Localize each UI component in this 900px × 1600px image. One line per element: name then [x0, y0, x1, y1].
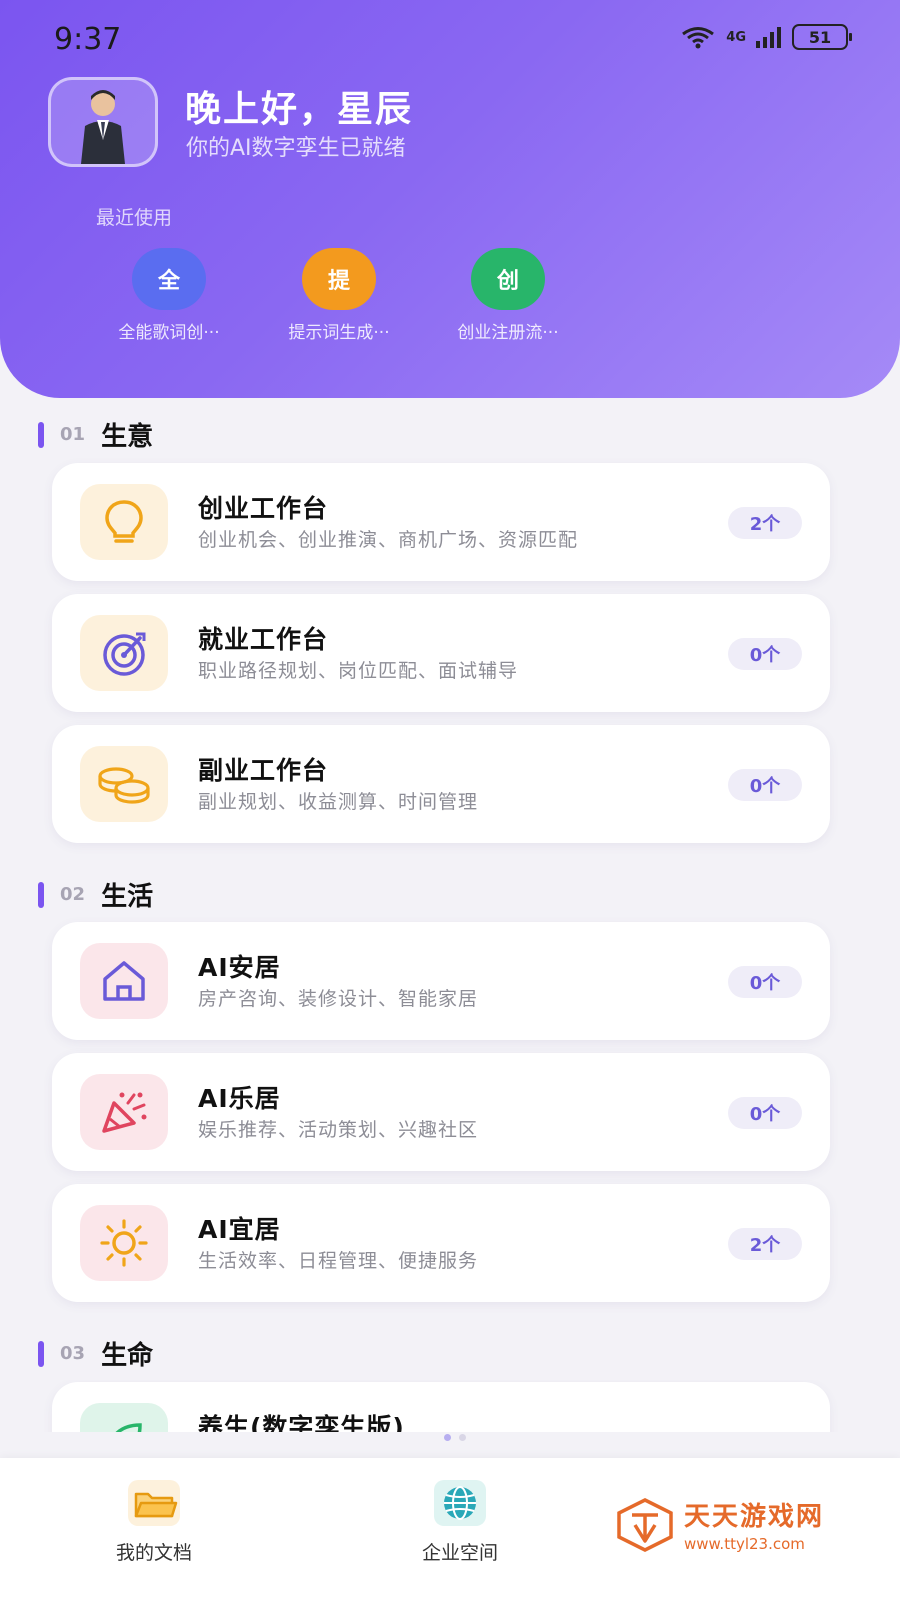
nav-my-documents[interactable]: 我的文档: [74, 1478, 234, 1565]
recent-item-badge: 提: [302, 248, 376, 310]
globe-icon: [434, 1480, 486, 1526]
status-bar: 9:37 4G 51: [0, 0, 900, 80]
recent-item-label: 全能歌词创···: [118, 323, 220, 343]
card-startup-workbench[interactable]: 创业工作台 创业机会、创业推演、商机广场、资源匹配 2个: [52, 463, 830, 581]
header-banner: 9:37 4G 51 晚上好，星辰 你的AI数字孪生已就绪 最近使用 全 全能歌…: [0, 0, 900, 398]
sun-icon: [100, 1219, 148, 1267]
lightbulb-icon: [105, 500, 143, 543]
watermark-logo-icon: [617, 1497, 673, 1552]
card-title: 创业工作台: [198, 494, 329, 523]
card-side-business-workbench[interactable]: 副业工作台 副业规划、收益测算、时间管理 0个: [52, 725, 830, 843]
section-accent-bar: [38, 421, 44, 448]
card-description: 职业路径规划、岗位匹配、面试辅导: [198, 660, 519, 682]
section-number: 03: [60, 1343, 86, 1364]
greeting-subtitle: 你的AI数字孪生已就绪: [186, 136, 406, 161]
watermark-text: 天天游戏网 www.ttyl23.com: [684, 1496, 824, 1553]
nav-enterprise-space[interactable]: 企业空间: [380, 1478, 540, 1565]
card-description: 创业机会、创业推演、商机广场、资源匹配: [198, 529, 579, 551]
card-employment-workbench[interactable]: 就业工作台 职业路径规划、岗位匹配、面试辅导 0个: [52, 594, 830, 712]
section-title: 生活: [101, 882, 154, 912]
partial-card-clip: 养生(数字孪生版): [0, 1380, 900, 1432]
wifi-icon: [682, 27, 715, 49]
recent-item-label: 提示词生成···: [288, 323, 390, 343]
card-title: AI宜居: [198, 1215, 281, 1244]
card-icon-box: [80, 615, 168, 691]
card-title: 养生(数字孪生版): [198, 1413, 405, 1432]
party-popper-icon: [102, 1092, 147, 1133]
avatar[interactable]: [48, 77, 158, 167]
card-icon-box: [80, 1205, 168, 1281]
nav-label: 我的文档: [115, 1542, 192, 1564]
target-icon: [103, 632, 146, 676]
card-description: 副业规划、收益测算、时间管理: [198, 791, 479, 813]
card-ai-livable[interactable]: AI宜居 生活效率、日程管理、便捷服务 2个: [52, 1184, 830, 1302]
section-number: 02: [60, 884, 86, 905]
recent-item-badge: 全: [132, 248, 206, 310]
count-badge: 0个: [728, 1097, 802, 1129]
section-number: 01: [60, 424, 86, 445]
status-icons: 4G 51: [680, 24, 852, 50]
businessman-avatar-icon: [81, 90, 125, 164]
count-badge: 0个: [728, 638, 802, 670]
recent-item-badge: 创: [471, 248, 545, 310]
folder-icon: [128, 1480, 180, 1526]
watermark-title: 天天游戏网: [684, 1502, 825, 1532]
house-icon: [103, 961, 145, 1001]
section-accent-bar: [38, 1340, 44, 1367]
recent-item-label: 创业注册流···: [457, 323, 559, 343]
coins-icon: [98, 767, 150, 804]
recent-item[interactable]: 全 全能歌词创···: [94, 248, 244, 343]
section-title: 生命: [101, 1341, 154, 1371]
count-badge: 0个: [728, 769, 802, 801]
battery-indicator: 51: [792, 24, 852, 50]
section-header-business: 01 生意: [38, 416, 153, 453]
card-icon-box: [80, 1403, 168, 1432]
card-title: 副业工作台: [198, 756, 329, 785]
card-icon-box: [80, 1074, 168, 1150]
recent-item[interactable]: 创 创业注册流···: [433, 248, 583, 343]
recent-used-title: 最近使用: [96, 207, 173, 229]
card-health-digital-twin[interactable]: 养生(数字孪生版): [52, 1382, 830, 1432]
recent-item[interactable]: 提 提示词生成···: [264, 248, 414, 343]
card-description: 娱乐推荐、活动策划、兴趣社区: [198, 1119, 479, 1141]
signal-icon: [756, 27, 781, 48]
card-description: 生活效率、日程管理、便捷服务: [198, 1250, 479, 1272]
status-time: 9:37: [54, 22, 122, 57]
count-badge: 2个: [728, 1228, 802, 1260]
section-accent-bar: [38, 881, 44, 908]
card-icon-box: [80, 746, 168, 822]
leaf-icon: [115, 1423, 142, 1432]
card-title: AI乐居: [198, 1084, 281, 1113]
card-title: AI安居: [198, 953, 281, 982]
page-indicator: [444, 1434, 466, 1441]
card-icon-box: [80, 484, 168, 560]
card-ai-housing[interactable]: AI安居 房产咨询、装修设计、智能家居 0个: [52, 922, 830, 1040]
card-icon-box: [80, 943, 168, 1019]
count-badge: 0个: [728, 966, 802, 998]
network-label: 4G: [726, 29, 746, 45]
card-ai-leisure[interactable]: AI乐居 娱乐推荐、活动策划、兴趣社区 0个: [52, 1053, 830, 1171]
card-title: 就业工作台: [198, 625, 329, 654]
page-dot: [459, 1434, 466, 1441]
section-title: 生意: [101, 422, 154, 452]
site-watermark: 天天游戏网 www.ttyl23.com: [616, 1496, 824, 1553]
section-header-life: 02 生活: [38, 876, 153, 913]
section-header-vitality: 03 生命: [38, 1335, 153, 1372]
watermark-url: www.ttyl23.com: [684, 1535, 805, 1553]
count-badge: 2个: [728, 507, 802, 539]
card-description: 房产咨询、装修设计、智能家居: [198, 988, 479, 1010]
greeting-title: 晚上好，星辰: [185, 89, 414, 130]
page-dot-active: [444, 1434, 451, 1441]
nav-label: 企业空间: [421, 1542, 498, 1564]
